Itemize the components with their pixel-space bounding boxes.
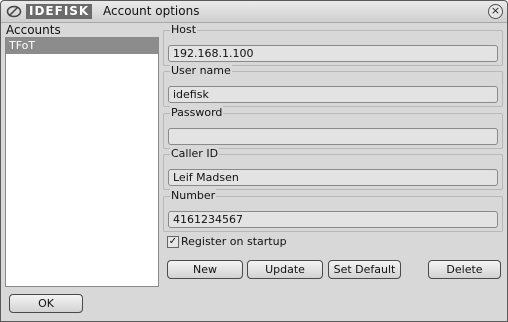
register-on-startup-checkbox[interactable]: ✓ [167,236,179,248]
list-item[interactable]: TFoT [6,38,158,54]
ok-button[interactable]: OK [9,294,83,313]
update-button[interactable]: Update [247,260,323,279]
new-button[interactable]: New [167,260,243,279]
register-on-startup-label: Register on startup [181,235,287,248]
number-label: Number [170,189,217,202]
host-group: Host 192.168.1.100 [163,23,503,66]
idefisk-logo-icon [6,4,22,19]
delete-button[interactable]: Delete [428,260,501,279]
user-name-group: User name idefisk [163,64,503,107]
caller-id-group: Caller ID Leif Madsen [163,147,503,190]
brand-logo: IDEFISK [26,4,93,19]
host-label: Host [170,23,198,36]
number-group: Number 4161234567 [163,189,503,232]
set-default-button[interactable]: Set Default [328,260,401,279]
accounts-list[interactable]: TFoT [5,37,159,287]
password-group: Password [163,106,503,149]
user-name-field[interactable]: idefisk [168,86,498,103]
accounts-label: Accounts [6,23,61,37]
user-name-label: User name [170,64,232,77]
close-icon[interactable]: × [488,4,503,19]
host-field[interactable]: 192.168.1.100 [168,45,498,62]
caller-id-label: Caller ID [170,147,220,160]
number-field[interactable]: 4161234567 [168,211,498,228]
password-label: Password [170,106,224,119]
caller-id-field[interactable]: Leif Madsen [168,169,498,186]
title-bar[interactable]: IDEFISK Account options × [1,1,507,23]
password-field[interactable] [168,128,498,145]
window-title: Account options [103,4,200,18]
account-options-window: IDEFISK Account options × Accounts TFoT … [0,0,508,322]
